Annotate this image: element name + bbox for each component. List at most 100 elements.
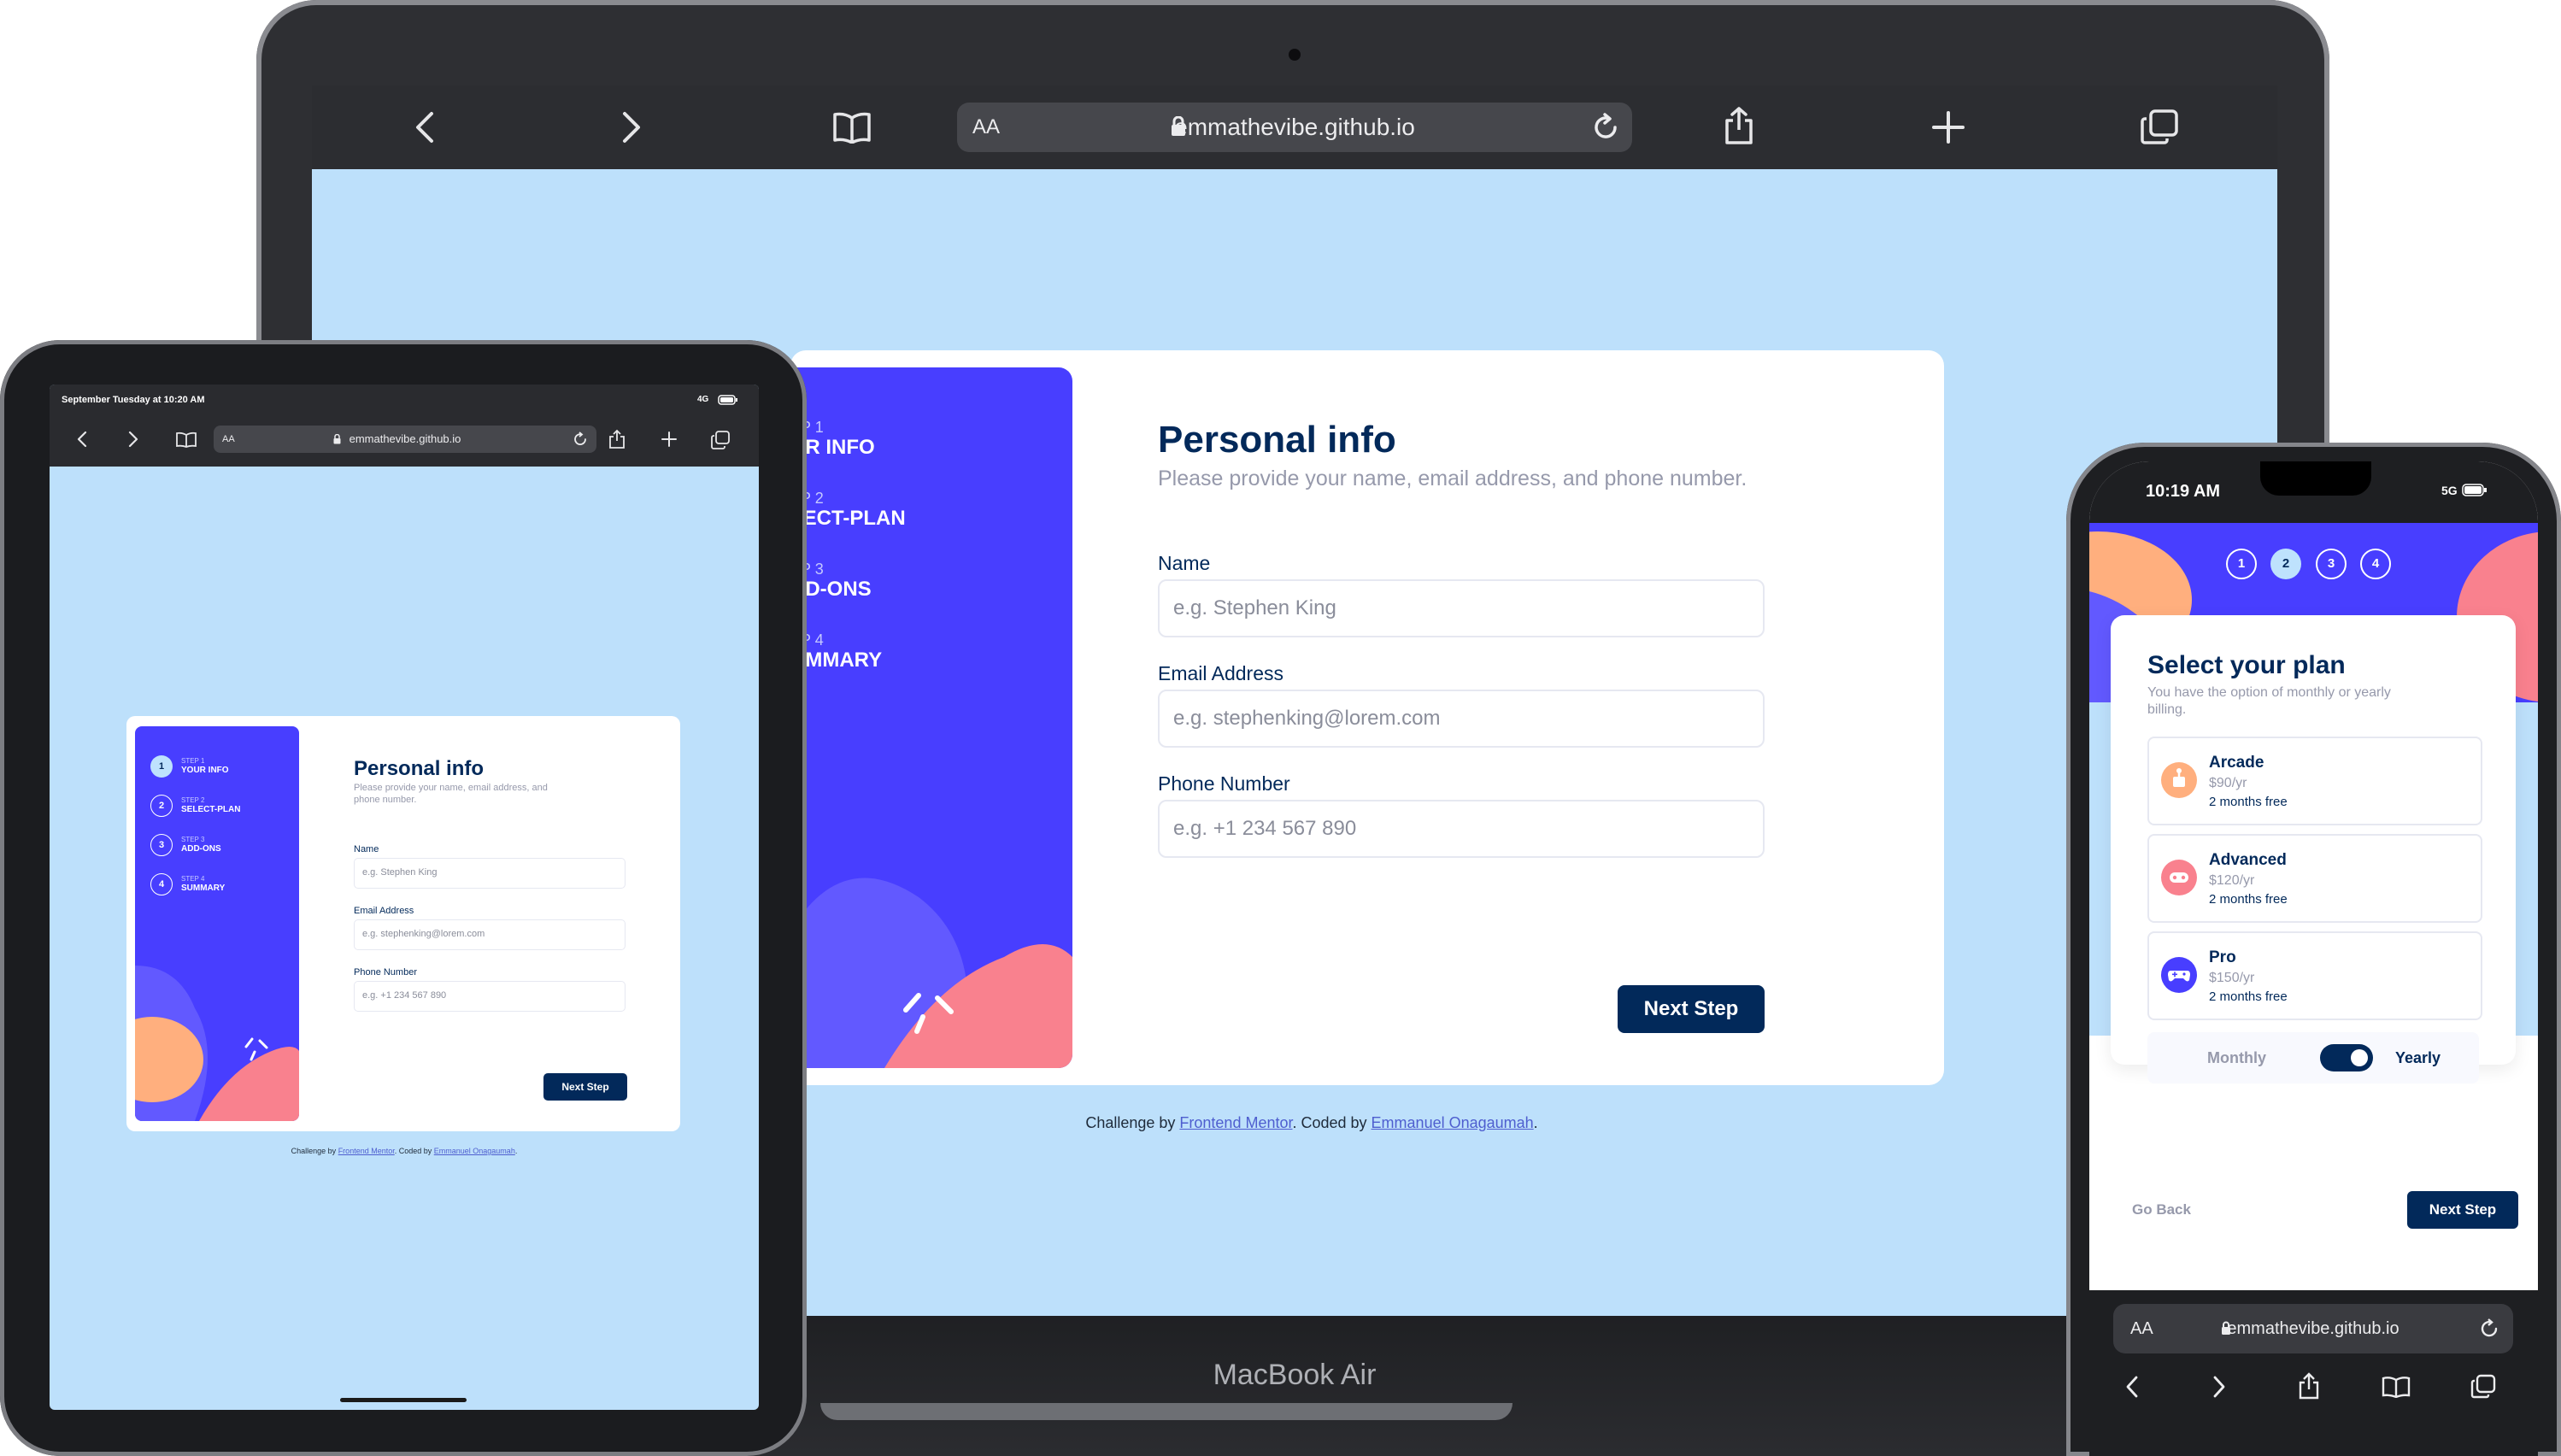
phone-step-3[interactable]: 3 bbox=[2316, 549, 2347, 579]
step-2-title: SELECT-PLAN bbox=[181, 805, 241, 814]
book-icon[interactable] bbox=[832, 111, 872, 144]
step-2-circle[interactable]: 2 bbox=[150, 795, 173, 817]
tablet-status-time: September Tuesday at 10:20 AM bbox=[62, 395, 205, 405]
share-icon[interactable] bbox=[1724, 106, 1754, 145]
go-back-button[interactable]: Go Back bbox=[2132, 1201, 2191, 1218]
form-subtitle-line2: phone number. bbox=[354, 795, 417, 805]
plan-subtitle-line2: billing. bbox=[2147, 702, 2187, 717]
plan-name: Advanced bbox=[2209, 851, 2287, 869]
name-label: Name bbox=[1158, 552, 1211, 574]
plan-name: Pro bbox=[2209, 948, 2236, 966]
plan-option-pro[interactable]: Pro $150/yr 2 months free bbox=[2147, 931, 2482, 1020]
step-3-title: ADD-ONS bbox=[181, 844, 221, 854]
phone-screen: 10:19 AM 5G 1 2 3 4 Select your plan You… bbox=[2089, 461, 2538, 1456]
email-input[interactable]: e.g. stephenking@lorem.com bbox=[1158, 690, 1765, 748]
form-subtitle: Please provide your name, email address,… bbox=[1158, 467, 1747, 490]
toggle-knob bbox=[2351, 1049, 2368, 1066]
notch bbox=[2260, 461, 2371, 496]
next-step-button[interactable]: Next Step bbox=[543, 1073, 627, 1101]
share-icon[interactable] bbox=[608, 429, 626, 449]
email-placeholder: e.g. stephenking@lorem.com bbox=[362, 929, 485, 939]
sidebar: 1 STEP 1 YOUR INFO 2 STEP 2 SELECT-PLAN … bbox=[135, 726, 299, 1121]
tabs-icon[interactable] bbox=[2470, 1374, 2496, 1400]
url-text: emmathevibe.github.io bbox=[349, 432, 461, 445]
address-bar[interactable]: AA emmathevibe.github.io bbox=[214, 426, 596, 453]
tablet-toolbar: September Tuesday at 10:20 AM 4G AA emma… bbox=[50, 385, 759, 467]
phone-input[interactable]: e.g. +1 234 567 890 bbox=[354, 981, 626, 1012]
address-bar[interactable]: AA emmathevibe.github.io bbox=[2113, 1304, 2513, 1353]
arcade-icon bbox=[2161, 762, 2197, 798]
email-placeholder: e.g. stephenking@lorem.com bbox=[1173, 707, 1441, 730]
advanced-icon bbox=[2161, 860, 2197, 895]
name-input[interactable]: e.g. Stephen King bbox=[354, 858, 626, 889]
plan-name: Arcade bbox=[2209, 754, 2264, 772]
attribution-footer: Challenge by Frontend Mentor. Coded by E… bbox=[1047, 1114, 1577, 1132]
plan-option-advanced[interactable]: Advanced $120/yr 2 months free bbox=[2147, 834, 2482, 923]
chevron-left-icon[interactable] bbox=[414, 111, 435, 144]
tablet-screen: September Tuesday at 10:20 AM 4G AA emma… bbox=[50, 385, 759, 1410]
yearly-label[interactable]: Yearly bbox=[2395, 1049, 2441, 1067]
reload-icon[interactable] bbox=[573, 432, 588, 447]
name-placeholder: e.g. Stephen King bbox=[362, 867, 438, 878]
form-title: Personal info bbox=[1158, 419, 1396, 461]
name-label: Name bbox=[354, 844, 379, 854]
phone-status-bar: 10:19 AM 5G bbox=[2089, 461, 2538, 523]
url-text: emmathevibe.github.io bbox=[2227, 1319, 2399, 1338]
chevron-left-icon[interactable] bbox=[77, 431, 87, 448]
step-3-circle[interactable]: 3 bbox=[150, 834, 173, 856]
step-2-title[interactable]: LECT-PLAN bbox=[790, 507, 906, 531]
reload-icon[interactable] bbox=[2479, 1318, 2499, 1339]
billing-toggle-row: Monthly Yearly bbox=[2147, 1032, 2479, 1083]
step-1-number: STEP 1 bbox=[181, 757, 205, 765]
step-2-number: STEP 2 bbox=[181, 796, 205, 804]
footer-middle: . Coded by bbox=[394, 1147, 434, 1155]
step-4-circle[interactable]: 4 bbox=[150, 873, 173, 895]
book-icon[interactable] bbox=[2382, 1376, 2411, 1398]
phone-next-step-button[interactable]: Next Step bbox=[2407, 1191, 2518, 1229]
reload-icon[interactable] bbox=[1591, 113, 1620, 142]
footer-suffix: . bbox=[1533, 1114, 1538, 1131]
phone-input[interactable]: e.g. +1 234 567 890 bbox=[1158, 800, 1765, 858]
next-step-button[interactable]: Next Step bbox=[1618, 985, 1765, 1033]
lock-icon bbox=[1171, 116, 1186, 137]
frontend-mentor-link[interactable]: Frontend Mentor bbox=[1179, 1114, 1292, 1131]
share-icon[interactable] bbox=[2298, 1372, 2320, 1400]
tabs-icon[interactable] bbox=[711, 431, 730, 449]
phone-placeholder: e.g. +1 234 567 890 bbox=[362, 990, 447, 1001]
sidebar: EP 1 UR INFO EP 2 LECT-PLAN EP 3 DD-ONS … bbox=[790, 367, 1072, 1068]
name-placeholder: e.g. Stephen King bbox=[1173, 596, 1336, 619]
address-bar[interactable]: AA emmathevibe.github.io bbox=[957, 103, 1632, 152]
chevron-left-icon[interactable] bbox=[2125, 1376, 2139, 1398]
tabs-icon[interactable] bbox=[2141, 109, 2178, 145]
name-input[interactable]: e.g. Stephen King bbox=[1158, 579, 1765, 637]
chevron-right-icon[interactable] bbox=[621, 111, 642, 144]
book-icon[interactable] bbox=[176, 432, 197, 448]
step-4-title: SUMMARY bbox=[181, 884, 226, 893]
browser-toolbar: AA emmathevibe.github.io bbox=[312, 85, 2277, 169]
phone-status-signal: 5G bbox=[2441, 484, 2458, 497]
url-text: emmathevibe.github.io bbox=[1174, 114, 1415, 140]
email-input[interactable]: e.g. stephenking@lorem.com bbox=[354, 919, 626, 950]
author-link[interactable]: Emmanuel Onagaumah bbox=[1372, 1114, 1534, 1131]
form-subtitle-line1: Please provide your name, email address,… bbox=[354, 783, 548, 793]
phone-step-2[interactable]: 2 bbox=[2270, 549, 2301, 579]
plus-icon[interactable] bbox=[661, 432, 677, 447]
plan-option-arcade[interactable]: Arcade $90/yr 2 months free bbox=[2147, 737, 2482, 825]
phone-browser-bar: AA emmathevibe.github.io bbox=[2089, 1290, 2538, 1456]
chevron-right-icon[interactable] bbox=[2212, 1376, 2226, 1398]
billing-toggle-switch[interactable] bbox=[2320, 1044, 2373, 1071]
frontend-mentor-link[interactable]: Frontend Mentor bbox=[338, 1147, 395, 1155]
phone-step-4[interactable]: 4 bbox=[2360, 549, 2391, 579]
plan-promo: 2 months free bbox=[2209, 795, 2288, 809]
step-4-number: STEP 4 bbox=[181, 875, 205, 883]
plan-subtitle-line1: You have the option of monthly or yearly bbox=[2147, 685, 2391, 700]
chevron-right-icon[interactable] bbox=[128, 431, 138, 448]
phone-step-1[interactable]: 1 bbox=[2226, 549, 2257, 579]
author-link[interactable]: Emmanuel Onagaumah bbox=[434, 1147, 515, 1155]
plus-icon[interactable] bbox=[1932, 111, 1965, 144]
monthly-label[interactable]: Monthly bbox=[2207, 1049, 2266, 1067]
plan-price: $150/yr bbox=[2209, 971, 2255, 985]
email-label: Email Address bbox=[354, 906, 414, 916]
step-1-circle[interactable]: 1 bbox=[150, 755, 173, 778]
footer-middle: . Coded by bbox=[1292, 1114, 1372, 1131]
